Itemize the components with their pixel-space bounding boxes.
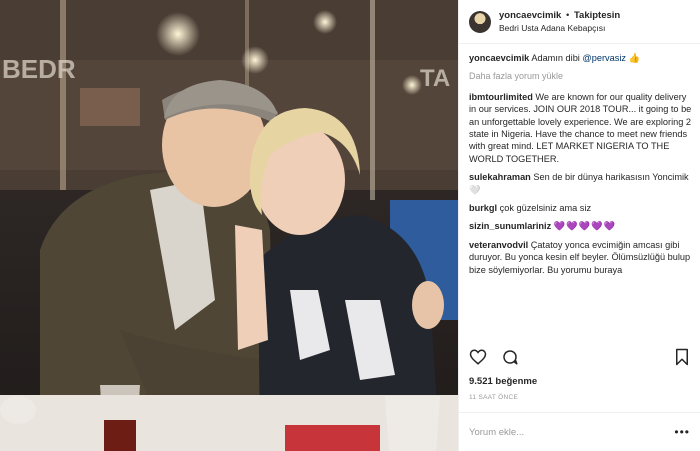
- post-side-panel: yoncaevcimik • Takiptesin Bedri Usta Ada…: [458, 0, 700, 451]
- load-more-comments-button[interactable]: Daha fazla yorum yükle: [469, 70, 692, 82]
- photo-illustration: BEDR TA: [0, 0, 458, 451]
- likes-count[interactable]: 9.521 beğenme: [469, 376, 537, 387]
- caption: yoncaevcimik Adamın dibi @pervasiz 👍: [469, 52, 692, 64]
- instagram-post: BEDR TA yoncaevcimik • Takiptesin Bedri …: [0, 0, 700, 451]
- more-icon[interactable]: •••: [674, 425, 690, 439]
- location-link[interactable]: Bedri Usta Adana Kebapçısı: [499, 22, 620, 35]
- comments-list[interactable]: yoncaevcimik Adamın dibi @pervasiz 👍 Dah…: [469, 52, 692, 347]
- header-username[interactable]: yoncaevcimik: [499, 10, 561, 21]
- caption-username[interactable]: yoncaevcimik: [469, 53, 529, 63]
- post-timestamp: 11 SAAT ÖNCE: [469, 394, 519, 401]
- comment-text: çok güzelsiniz ama siz: [499, 203, 592, 214]
- post-header: yoncaevcimik • Takiptesin Bedri Usta Ada…: [459, 0, 700, 44]
- comment-item: veteranvodvil Çatatoy yonca evcimiğin am…: [469, 239, 692, 276]
- bookmark-icon[interactable]: [674, 348, 690, 371]
- post-photo[interactable]: BEDR TA: [0, 0, 458, 451]
- comment-item: sizin_sunumlariniz 💜💜💜💜💜: [469, 220, 692, 232]
- header-text: yoncaevcimik • Takiptesin Bedri Usta Ada…: [499, 9, 620, 35]
- action-bar: [469, 348, 690, 370]
- comment-item: sulekahraman Sen de bir dünya harikasısı…: [469, 171, 692, 196]
- caption-text: Adamın dibi: [531, 53, 580, 63]
- thumbs-up-icon: 👍: [628, 53, 640, 63]
- sign-left: BEDR: [2, 54, 76, 84]
- heart-icon[interactable]: [469, 348, 487, 371]
- comment-item: ibmtourlimited We are known for our qual…: [469, 91, 692, 165]
- follow-status-button[interactable]: Takiptesin: [574, 10, 620, 21]
- comment-username[interactable]: veteranvodvil: [469, 240, 528, 250]
- comment-username[interactable]: sulekahraman: [469, 172, 531, 182]
- add-comment-input[interactable]: Yorum ekle...: [469, 427, 674, 438]
- comment-text: We are known for our quality delivery in…: [469, 91, 692, 164]
- caption-mention[interactable]: @pervasiz: [582, 53, 626, 63]
- header-separator: •: [565, 9, 570, 21]
- avatar[interactable]: [469, 10, 491, 33]
- comment-username[interactable]: burkgl: [469, 203, 497, 213]
- comment-item: burkgl çok güzelsiniz ama siz: [469, 202, 692, 214]
- comment-icon[interactable]: [501, 348, 519, 371]
- sign-right: TA: [420, 65, 450, 92]
- comment-username[interactable]: sizin_sunumlariniz: [469, 221, 551, 231]
- comment-username[interactable]: ibmtourlimited: [469, 92, 533, 102]
- add-comment-bar: Yorum ekle... •••: [459, 412, 700, 451]
- comment-text: 💜💜💜💜💜: [553, 221, 616, 232]
